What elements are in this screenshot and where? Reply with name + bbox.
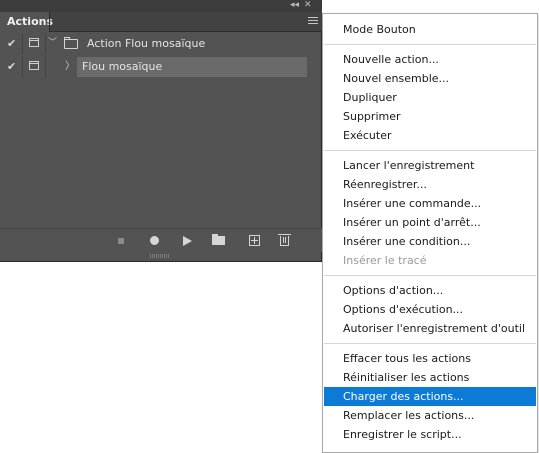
action-set-row[interactable]: ✔ ﹀ Action Flou mosaïque: [0, 33, 322, 55]
menu-item[interactable]: Réenregistrer...: [324, 175, 536, 194]
menu-item[interactable]: Nouvelle action...: [324, 50, 536, 69]
action-set-label: Action Flou mosaïque: [87, 37, 206, 50]
menu-item[interactable]: Nouvel ensemble...: [324, 69, 536, 88]
menu-item[interactable]: Remplacer les actions...: [324, 406, 536, 425]
menu-item[interactable]: Autoriser l'enregistrement d'outil: [324, 319, 536, 338]
record-icon[interactable]: [150, 236, 159, 245]
dialog-toggle-icon[interactable]: [29, 38, 39, 47]
menu-separator: [324, 275, 536, 276]
menu-item[interactable]: Charger des actions...: [324, 387, 536, 406]
menu-item[interactable]: Options d'exécution...: [324, 300, 536, 319]
panel-toolbar: [0, 228, 322, 252]
menu-item[interactable]: Réinitialiser les actions: [324, 368, 536, 387]
panel-menu-icon[interactable]: [308, 17, 318, 26]
column-divider: [22, 56, 23, 78]
tab-bar: Actions: [0, 12, 322, 32]
menu-separator: [324, 343, 536, 344]
folder-icon: [64, 37, 78, 49]
menu-item[interactable]: Dupliquer: [324, 88, 536, 107]
panel-titlebar: ◂◂ ✕: [0, 0, 322, 12]
chevron-right-icon[interactable]: 〉: [65, 60, 75, 74]
menu-item[interactable]: Enregistrer le script...: [324, 425, 536, 444]
menu-item[interactable]: Insérer un point d'arrêt...: [324, 213, 536, 232]
chevron-down-icon[interactable]: ﹀: [48, 36, 57, 50]
column-divider: [22, 33, 23, 55]
column-divider: [45, 33, 46, 55]
menu-separator: [324, 44, 536, 45]
menu-item[interactable]: Effacer tous les actions: [324, 349, 536, 368]
new-set-icon[interactable]: [212, 234, 225, 245]
tab-actions[interactable]: Actions: [0, 12, 53, 32]
action-row[interactable]: ✔ 〉 Flou mosaïque: [0, 56, 322, 78]
actions-panel: ◂◂ ✕ Actions ✔ ﹀ Action Flou mosaïque ✔ …: [0, 0, 322, 262]
menu-item[interactable]: Options d'action...: [324, 281, 536, 300]
menu-separator: [324, 150, 536, 151]
tab-divider: [49, 12, 50, 32]
menu-item[interactable]: Lancer l'enregistrement: [324, 156, 536, 175]
play-icon[interactable]: [183, 236, 192, 246]
collapse-icon[interactable]: ◂◂: [290, 1, 299, 10]
column-divider: [45, 56, 46, 78]
close-icon[interactable]: ✕: [304, 1, 312, 10]
action-label: Flou mosaïque: [82, 60, 163, 73]
menu-item[interactable]: Supprimer: [324, 107, 536, 126]
menu-item[interactable]: Exécuter: [324, 126, 536, 145]
trash-icon[interactable]: [278, 234, 291, 246]
menu-item: Insérer le tracé: [343, 254, 427, 267]
resize-grip[interactable]: [150, 254, 170, 258]
menu-item[interactable]: Insérer une condition...: [324, 232, 536, 251]
new-action-icon[interactable]: [249, 235, 260, 246]
stop-icon[interactable]: [118, 238, 124, 244]
toggle-check-icon[interactable]: ✔: [7, 60, 16, 74]
dialog-toggle-icon[interactable]: [29, 61, 39, 70]
toggle-check-icon[interactable]: ✔: [7, 37, 16, 51]
menu-item[interactable]: Mode Bouton: [324, 20, 536, 39]
panel-flyout-menu: Mode Bouton Nouvelle action... Nouvel ense…: [322, 13, 538, 453]
menu-item[interactable]: Insérer une commande...: [324, 194, 536, 213]
